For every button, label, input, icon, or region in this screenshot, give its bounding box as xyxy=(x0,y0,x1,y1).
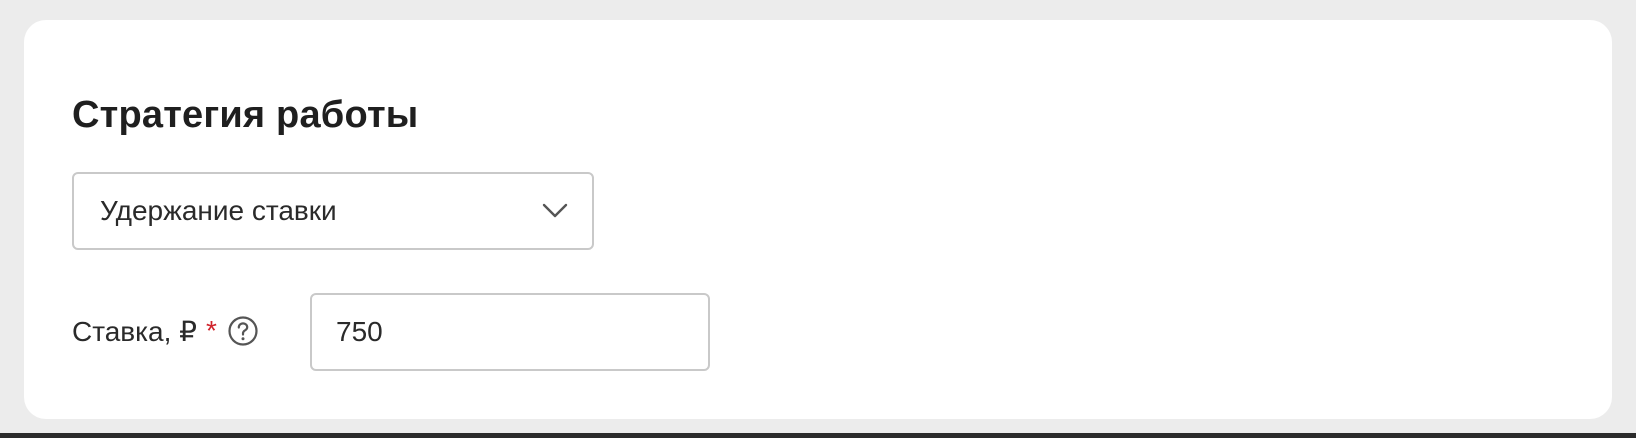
strategy-select-value: Удержание ставки xyxy=(100,195,337,226)
section-title: Стратегия работы xyxy=(72,94,419,136)
rate-label-row: Ставка, ₽ * xyxy=(72,313,259,349)
required-marker: * xyxy=(206,315,217,346)
chevron-down-icon xyxy=(542,203,568,218)
rate-label: Ставка, ₽ xyxy=(72,315,197,347)
bottom-divider xyxy=(0,433,1636,438)
rate-input[interactable] xyxy=(310,293,710,371)
strategy-select[interactable]: Удержание ставки xyxy=(72,172,594,250)
help-icon[interactable] xyxy=(227,315,259,347)
